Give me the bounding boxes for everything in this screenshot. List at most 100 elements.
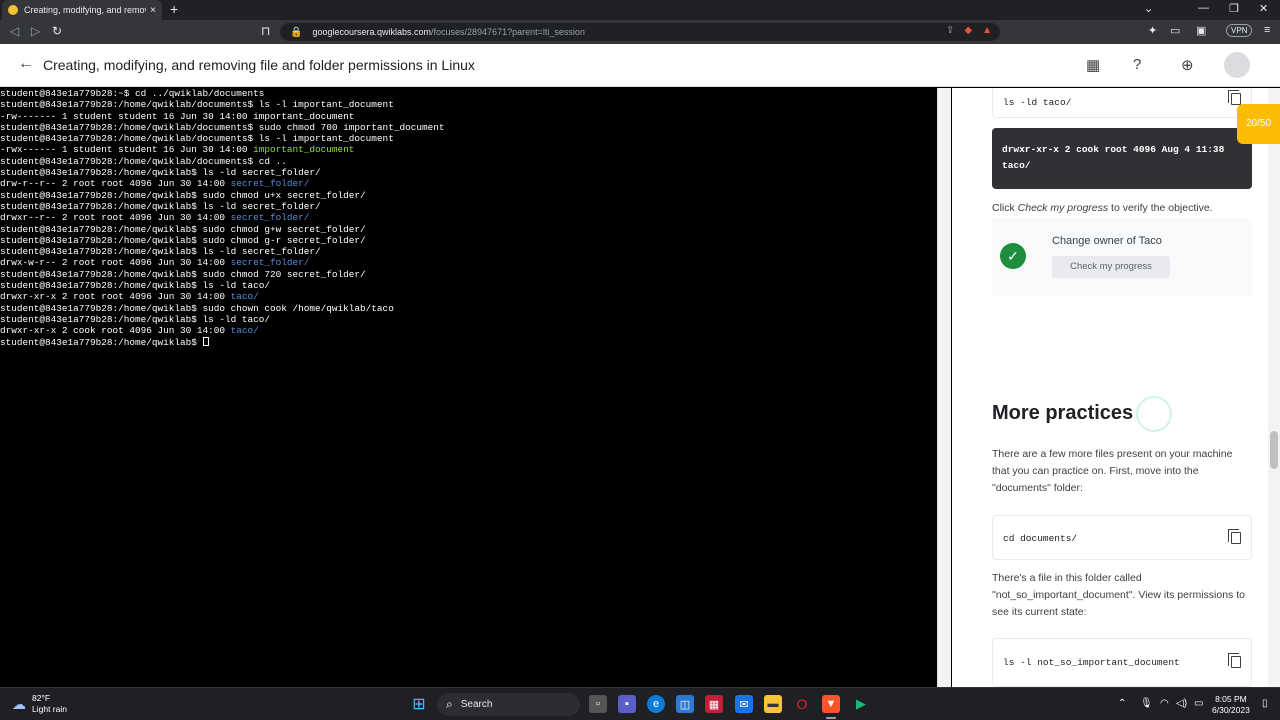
vpn-button[interactable]: VPN — [1226, 24, 1253, 37]
terminal-cursor — [202, 336, 209, 346]
terminal-line: student@843e1a779b28:/home/qwiklab$ ls -… — [0, 167, 321, 179]
progress-score-badge: 20/50 — [1237, 104, 1280, 144]
back-nav-icon[interactable]: ◁ — [10, 24, 19, 38]
avatar[interactable] — [1224, 52, 1250, 78]
terminal-output[interactable]: student@843e1a779b28:~$ cd ../qwiklab/do… — [0, 88, 937, 687]
wifi-icon[interactable]: ◠ — [1160, 698, 1169, 709]
lock-icon: 🔒 — [290, 26, 303, 38]
browser-tab[interactable]: Creating, modifying, and removin × — [2, 0, 162, 20]
terminal-line: student@843e1a779b28:/home/qwiklab$ — [0, 336, 937, 348]
terminal-line: -rw------- 1 student student 16 Jun 30 1… — [0, 110, 355, 122]
terminal-line: student@843e1a779b28:/home/qwiklab$ ls -… — [0, 200, 321, 212]
output-line: drwxr-xr-x 2 cook root 4096 Aug 4 11:38 — [1002, 144, 1225, 155]
terminal-line: drwxr-xr-x 2 cook root 4096 Jun 30 14:00… — [0, 325, 259, 337]
terminal-line: student@843e1a779b28:/home/qwiklab$ ls -… — [0, 313, 271, 325]
check-circle-icon: ✓ — [1000, 243, 1026, 269]
sublime-app-icon[interactable]: ▶ — [852, 695, 870, 713]
output-line: taco/ — [1002, 160, 1031, 171]
output-block: drwxr-xr-x 2 cook root 4096 Aug 4 11:38 … — [992, 128, 1252, 189]
help-icon[interactable]: ? — [1133, 56, 1141, 73]
code-block-cd-documents: cd documents/ — [992, 515, 1252, 560]
terminal-line: -rwx------ 1 student student 16 Jun 30 1… — [0, 144, 355, 156]
volume-icon[interactable]: ◁) — [1176, 698, 1187, 709]
panel-resize-divider[interactable] — [937, 88, 951, 687]
brave-shield-icon[interactable]: ◆ — [964, 25, 972, 36]
weather-widget[interactable]: ☁ 82°F Light rain — [12, 693, 67, 715]
reload-icon[interactable]: ↻ — [52, 24, 62, 38]
notifications-icon[interactable]: ▯ — [1262, 698, 1268, 709]
calendar-app-icon[interactable]: ▦ — [705, 695, 723, 713]
copy-icon[interactable] — [1228, 529, 1241, 544]
new-tab-button[interactable]: + — [170, 1, 178, 17]
edge-icon[interactable]: e — [647, 695, 665, 713]
store-icon[interactable]: ◫ — [676, 695, 694, 713]
taskbar-search[interactable]: ⌕ Search — [437, 693, 580, 716]
scrollbar-thumb[interactable] — [1270, 431, 1278, 469]
close-window-icon[interactable]: ✕ — [1259, 2, 1268, 15]
rain-cloud-icon: ☁ — [12, 695, 26, 712]
code-text: ls -l not_so_important_document — [1003, 657, 1180, 668]
microphone-icon[interactable]: 🎙 — [1140, 698, 1153, 709]
battery-icon[interactable]: ▭ — [1194, 698, 1203, 709]
copy-icon[interactable] — [1228, 90, 1241, 105]
tab-search-icon[interactable]: ⌄ — [1144, 2, 1153, 15]
task-view-icon[interactable]: ▫ — [589, 695, 607, 713]
terminal-line: student@843e1a779b28:~$ cd ../qwiklab/do… — [0, 88, 265, 99]
language-globe-icon[interactable]: ⊕ — [1181, 56, 1194, 74]
code-block-ls-not-so-important: ls -l not_so_important_document — [992, 638, 1252, 687]
code-text: cd documents/ — [1003, 533, 1078, 544]
search-label: Search — [460, 699, 493, 710]
windows-taskbar: ☁ 82°F Light rain ⊞ ⌕ Search ▫ ▪ e ◫ ▦ ✉… — [0, 687, 1280, 720]
bookmark-icon[interactable]: ⊓ — [261, 24, 270, 38]
terminal-line: student@843e1a779b28:/home/qwiklab$ ls -… — [0, 246, 321, 258]
terminal-line: student@843e1a779b28:/home/qwiklab/docum… — [0, 99, 394, 111]
instructions-panel: ls -ld taco/ drwxr-xr-x 2 cook root 4096… — [952, 88, 1280, 687]
close-tab-icon[interactable]: × — [150, 5, 156, 16]
copy-icon[interactable] — [1228, 653, 1241, 668]
terminal-line: student@843e1a779b28:/home/qwiklab/docum… — [0, 155, 287, 167]
tray-overflow-icon[interactable]: ⌃ — [1118, 698, 1126, 709]
terminal-line: student@843e1a779b28:/home/qwiklab$ sudo… — [0, 268, 366, 280]
check-progress-button[interactable]: Check my progress — [1052, 256, 1170, 278]
forward-nav-icon[interactable]: ▷ — [31, 24, 40, 38]
opera-icon[interactable]: O — [793, 695, 811, 713]
code-text: ls -ld taco/ — [1003, 97, 1072, 108]
objective-title: Change owner of Taco — [1052, 235, 1162, 247]
url-path: /focuses/28947671?parent=lti_session — [431, 27, 585, 37]
objective-card: ✓ Change owner of Taco Check my progress — [992, 218, 1252, 296]
address-bar[interactable]: 🔒 googlecoursera.qwiklabs.com/focuses/28… — [280, 23, 1000, 41]
terminal-line: drwx-w-r-- 2 root root 4096 Jun 30 14:00… — [0, 257, 310, 269]
brave-browser-icon[interactable]: ▼ — [822, 695, 840, 713]
wallet-icon[interactable]: ▣ — [1196, 24, 1206, 37]
back-arrow-icon[interactable]: ← — [18, 55, 34, 73]
teams-chat-icon[interactable]: ▪ — [618, 695, 636, 713]
loading-spinner-icon — [1136, 396, 1172, 432]
terminal-line: student@843e1a779b28:/home/qwiklab$ sudo… — [0, 189, 366, 201]
windows-start-icon[interactable]: ⊞ — [410, 695, 428, 713]
terminal-line: drw-r--r-- 2 root root 4096 Jun 30 14:00… — [0, 178, 310, 190]
clock-date: 6/30/2023 — [1212, 705, 1250, 715]
brave-rewards-icon[interactable]: ▲ — [982, 25, 992, 36]
dashboard-icon[interactable]: ▦ — [1086, 56, 1100, 74]
terminal-line: student@843e1a779b28:/home/qwiklab/docum… — [0, 121, 445, 133]
sidebar-icon[interactable]: ▭ — [1170, 24, 1180, 37]
system-clock[interactable]: 8:05 PM 6/30/2023 — [1212, 694, 1250, 716]
browser-toolbar: ◁ ▷ ↻ ⊓ 🔒 googlecoursera.qwiklabs.com/fo… — [0, 20, 1280, 44]
terminal-line: student@843e1a779b28:/home/qwiklab$ sudo… — [0, 302, 394, 314]
file-explorer-icon[interactable]: ▬ — [764, 695, 782, 713]
code-block-ls-taco: ls -ld taco/ — [992, 88, 1252, 118]
terminal-line: drwxr--r-- 2 root root 4096 Jun 30 14:00… — [0, 212, 310, 224]
browser-tab-bar: Creating, modifying, and removin × + ⌄ —… — [0, 0, 1280, 20]
menu-icon[interactable]: ≡ — [1264, 24, 1270, 36]
share-icon[interactable]: ⇪ — [946, 25, 954, 36]
minimize-icon[interactable]: — — [1198, 2, 1209, 14]
panel-scrollbar[interactable] — [1268, 88, 1280, 687]
mail-icon[interactable]: ✉ — [735, 695, 753, 713]
extensions-icon[interactable]: ✦ — [1148, 24, 1157, 37]
paragraph: There's a file in this folder called "no… — [992, 572, 1245, 618]
clock-time: 8:05 PM — [1215, 694, 1247, 704]
weather-condition: Light rain — [32, 704, 67, 714]
restore-icon[interactable]: ❐ — [1229, 2, 1239, 15]
paragraph: There are a few more files present on yo… — [992, 448, 1233, 494]
terminal-line: drwxr-xr-x 2 root root 4096 Jun 30 14:00… — [0, 291, 259, 303]
